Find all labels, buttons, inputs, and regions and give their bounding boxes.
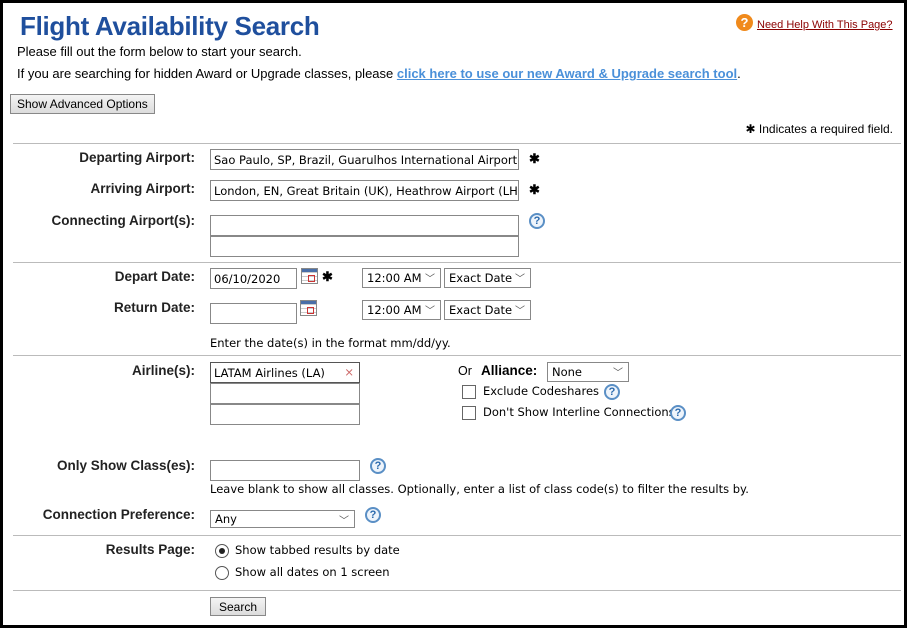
- depart-flex-value: Exact Date: [449, 271, 513, 285]
- award-prefix: If you are searching for hidden Award or…: [17, 66, 397, 81]
- chevron-down-icon: ﹀: [515, 274, 525, 285]
- alliance-select[interactable]: None ﹀: [547, 362, 629, 382]
- class-filter-hint: Leave blank to show all classes. Optiona…: [210, 482, 749, 496]
- date-format-hint: Enter the date(s) in the format mm/dd/yy…: [210, 336, 451, 350]
- divider: [13, 262, 901, 263]
- divider: [13, 355, 901, 356]
- clear-icon[interactable]: ×: [344, 365, 354, 379]
- tabbed-results-radio[interactable]: [215, 544, 229, 558]
- all-dates-label: Show all dates on 1 screen: [235, 565, 390, 579]
- depart-time-value: 12:00 AM: [367, 271, 422, 285]
- divider: [13, 590, 901, 591]
- airlines-label: Airline(s):: [131, 363, 195, 378]
- required-note-text: Indicates a required field.: [758, 122, 893, 136]
- no-interline-checkbox[interactable]: [462, 406, 476, 420]
- arriving-airport-input[interactable]: London, EN, Great Britain (UK), Heathrow…: [210, 180, 519, 201]
- page-frame: Flight Availability Search ? Need Help W…: [0, 0, 907, 628]
- connection-preference-label: Connection Preference:: [42, 507, 195, 522]
- required-asterisk-icon: ✱: [745, 122, 756, 136]
- airline-input-2[interactable]: [210, 383, 360, 404]
- connecting-airport-label: Connecting Airport(s):: [51, 213, 195, 228]
- departing-airport-label: Departing Airport:: [79, 150, 195, 165]
- connecting-airport-input-1[interactable]: [210, 215, 519, 236]
- depart-time-select[interactable]: 12:00 AM ﹀: [362, 268, 441, 288]
- arriving-airport-label: Arriving Airport:: [90, 181, 196, 196]
- class-filter-input[interactable]: [210, 460, 360, 481]
- all-dates-radio[interactable]: [215, 566, 229, 580]
- depart-date-input[interactable]: 06/10/2020: [210, 268, 297, 289]
- help-icon[interactable]: ?: [736, 14, 753, 31]
- divider: [13, 535, 901, 536]
- connection-preference-select[interactable]: Any ﹀: [210, 510, 355, 528]
- alliance-value: None: [552, 365, 583, 379]
- depart-date-label: Depart Date:: [114, 269, 195, 284]
- calendar-icon[interactable]: [300, 300, 317, 316]
- tabbed-results-label: Show tabbed results by date: [235, 543, 400, 557]
- exclude-codeshares-checkbox[interactable]: [462, 385, 476, 399]
- help-link[interactable]: Need Help With This Page?: [757, 19, 893, 31]
- divider: [13, 143, 901, 144]
- airline-input-3[interactable]: [210, 404, 360, 425]
- calendar-icon[interactable]: [301, 268, 318, 284]
- results-page-label: Results Page:: [105, 542, 195, 557]
- help-icon[interactable]: ?: [365, 507, 381, 523]
- return-flex-value: Exact Date: [449, 303, 513, 317]
- show-advanced-options-button[interactable]: Show Advanced Options: [10, 94, 155, 114]
- return-time-value: 12:00 AM: [367, 303, 422, 317]
- return-date-input[interactable]: [210, 303, 297, 324]
- award-suffix: .: [737, 66, 741, 81]
- return-date-label: Return Date:: [113, 300, 195, 315]
- connection-preference-value: Any: [215, 512, 237, 526]
- or-label: Or: [458, 364, 472, 378]
- help-icon[interactable]: ?: [670, 405, 686, 421]
- page-title: Flight Availability Search: [20, 11, 320, 41]
- exclude-codeshares-label: Exclude Codeshares: [483, 384, 600, 398]
- alliance-label: Alliance:: [481, 363, 538, 378]
- depart-flex-select[interactable]: Exact Date ﹀: [444, 268, 531, 288]
- chevron-down-icon: ﹀: [613, 368, 623, 379]
- return-flex-select[interactable]: Exact Date ﹀: [444, 300, 531, 320]
- chevron-down-icon: ﹀: [339, 516, 349, 527]
- help-icon[interactable]: ?: [604, 384, 620, 400]
- class-filter-label: Only Show Class(es):: [56, 458, 195, 473]
- required-note: ✱ Indicates a required field.: [746, 122, 894, 136]
- chevron-down-icon: ﹀: [425, 306, 435, 317]
- help-icon[interactable]: ?: [370, 458, 386, 474]
- required-asterisk-icon: ✱: [322, 269, 333, 284]
- required-asterisk-icon: ✱: [529, 182, 540, 197]
- airline-value: LATAM Airlines (LA): [214, 366, 325, 380]
- award-search-link[interactable]: click here to use our new Award & Upgrad…: [397, 66, 737, 81]
- return-time-select[interactable]: 12:00 AM ﹀: [362, 300, 441, 320]
- intro-text: Please fill out the form below to start …: [17, 44, 302, 59]
- required-asterisk-icon: ✱: [529, 151, 540, 166]
- chevron-down-icon: ﹀: [515, 306, 525, 317]
- award-text: If you are searching for hidden Award or…: [17, 66, 741, 81]
- chevron-down-icon: ﹀: [425, 274, 435, 285]
- help-icon[interactable]: ?: [529, 213, 545, 229]
- search-button[interactable]: Search: [210, 597, 266, 616]
- connecting-airport-input-2[interactable]: [210, 236, 519, 257]
- departing-airport-input[interactable]: Sao Paulo, SP, Brazil, Guarulhos Interna…: [210, 149, 519, 170]
- no-interline-label: Don't Show Interline Connections: [483, 405, 675, 419]
- airline-input-1[interactable]: LATAM Airlines (LA) ×: [210, 362, 360, 383]
